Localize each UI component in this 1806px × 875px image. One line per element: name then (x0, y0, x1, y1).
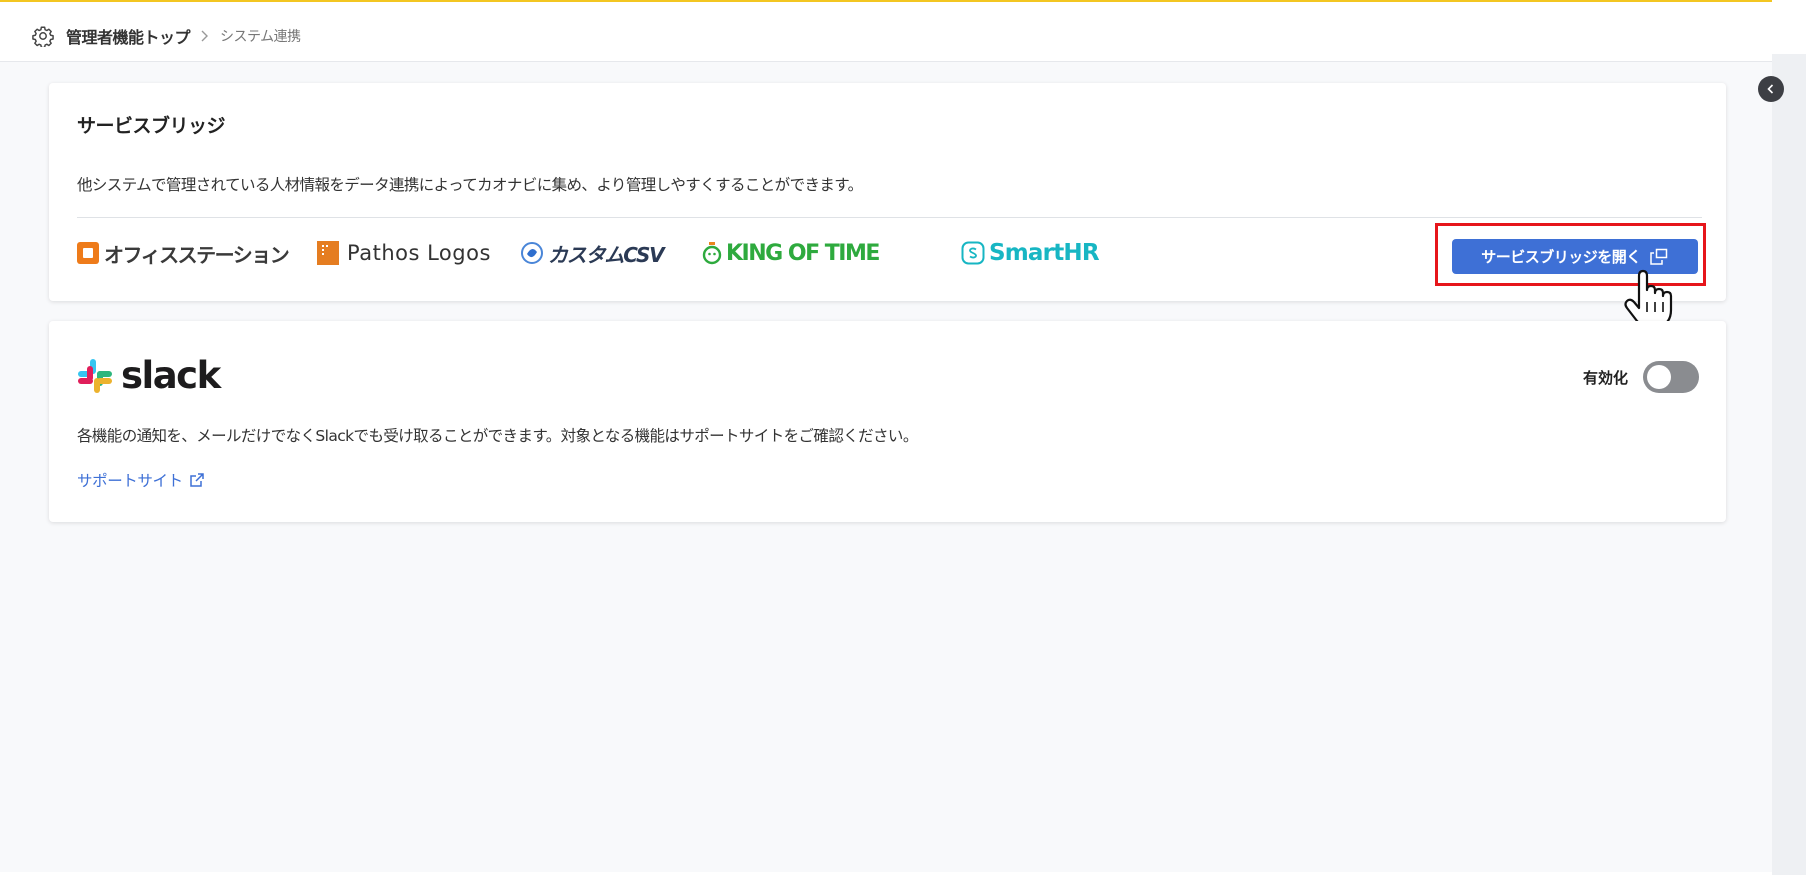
chevron-left-icon (1767, 84, 1774, 94)
slack-card: slack 有効化 各機能の通知を、メールだけでなくSlackでも受け取ることが… (49, 321, 1726, 522)
service-bridge-title: サービスブリッジ (77, 115, 226, 137)
external-link-icon (189, 473, 204, 487)
slack-logo-text: slack (121, 354, 221, 397)
slack-description: 各機能の通知を、メールだけでなくSlackでも受け取ることができます。対象となる… (77, 427, 918, 445)
smarthr-logo: SmartHR (961, 235, 1100, 271)
open-service-bridge-label: サービスブリッジを開く (1481, 248, 1641, 266)
king-of-time-logo: KING OF TIME (701, 235, 880, 271)
collapse-panel-button[interactable] (1758, 76, 1784, 102)
breadcrumb: 管理者機能トップ システム連携 (32, 24, 301, 48)
custom-csv-icon (521, 242, 543, 264)
enable-toggle-label: 有効化 (1583, 369, 1629, 387)
smarthr-icon (961, 241, 985, 265)
right-rail-top (1772, 0, 1806, 54)
service-bridge-description: 他システムで管理されている人材情報をデータ連携によってカオナビに集め、より管理し… (77, 176, 863, 194)
smarthr-logo-text: SmartHR (989, 240, 1100, 266)
pathos-logos-logo: Pathos Logos (317, 235, 491, 271)
office-station-logo: オフィスステーション (77, 235, 290, 271)
office-station-logo-text: オフィスステーション (104, 242, 290, 267)
open-window-icon (1650, 248, 1667, 265)
support-site-link-text: サポートサイト (77, 472, 183, 490)
slack-logo: slack (77, 354, 221, 397)
breadcrumb-current: システム連携 (220, 29, 301, 45)
gear-icon[interactable] (32, 25, 54, 47)
support-site-link[interactable]: サポートサイト (77, 469, 205, 491)
office-station-icon (77, 242, 99, 264)
pathos-logos-icon (317, 241, 339, 265)
stopwatch-icon (702, 242, 722, 265)
custom-csv-logo: カスタムCSV (520, 235, 665, 271)
slack-enable-toggle[interactable] (1643, 361, 1699, 393)
toggle-knob (1647, 365, 1671, 389)
right-rail (1772, 0, 1806, 875)
pathos-logos-logo-text: Pathos Logos (347, 241, 491, 265)
top-bar: 管理者機能トップ システム連携 (0, 0, 1772, 62)
divider (77, 217, 1702, 218)
slack-icon (78, 358, 112, 393)
king-of-time-logo-text: KING OF TIME (726, 240, 880, 266)
chevron-right-icon (201, 30, 209, 42)
breadcrumb-root-link[interactable]: 管理者機能トップ (66, 24, 191, 48)
custom-csv-logo-text: カスタムCSV (548, 242, 665, 267)
